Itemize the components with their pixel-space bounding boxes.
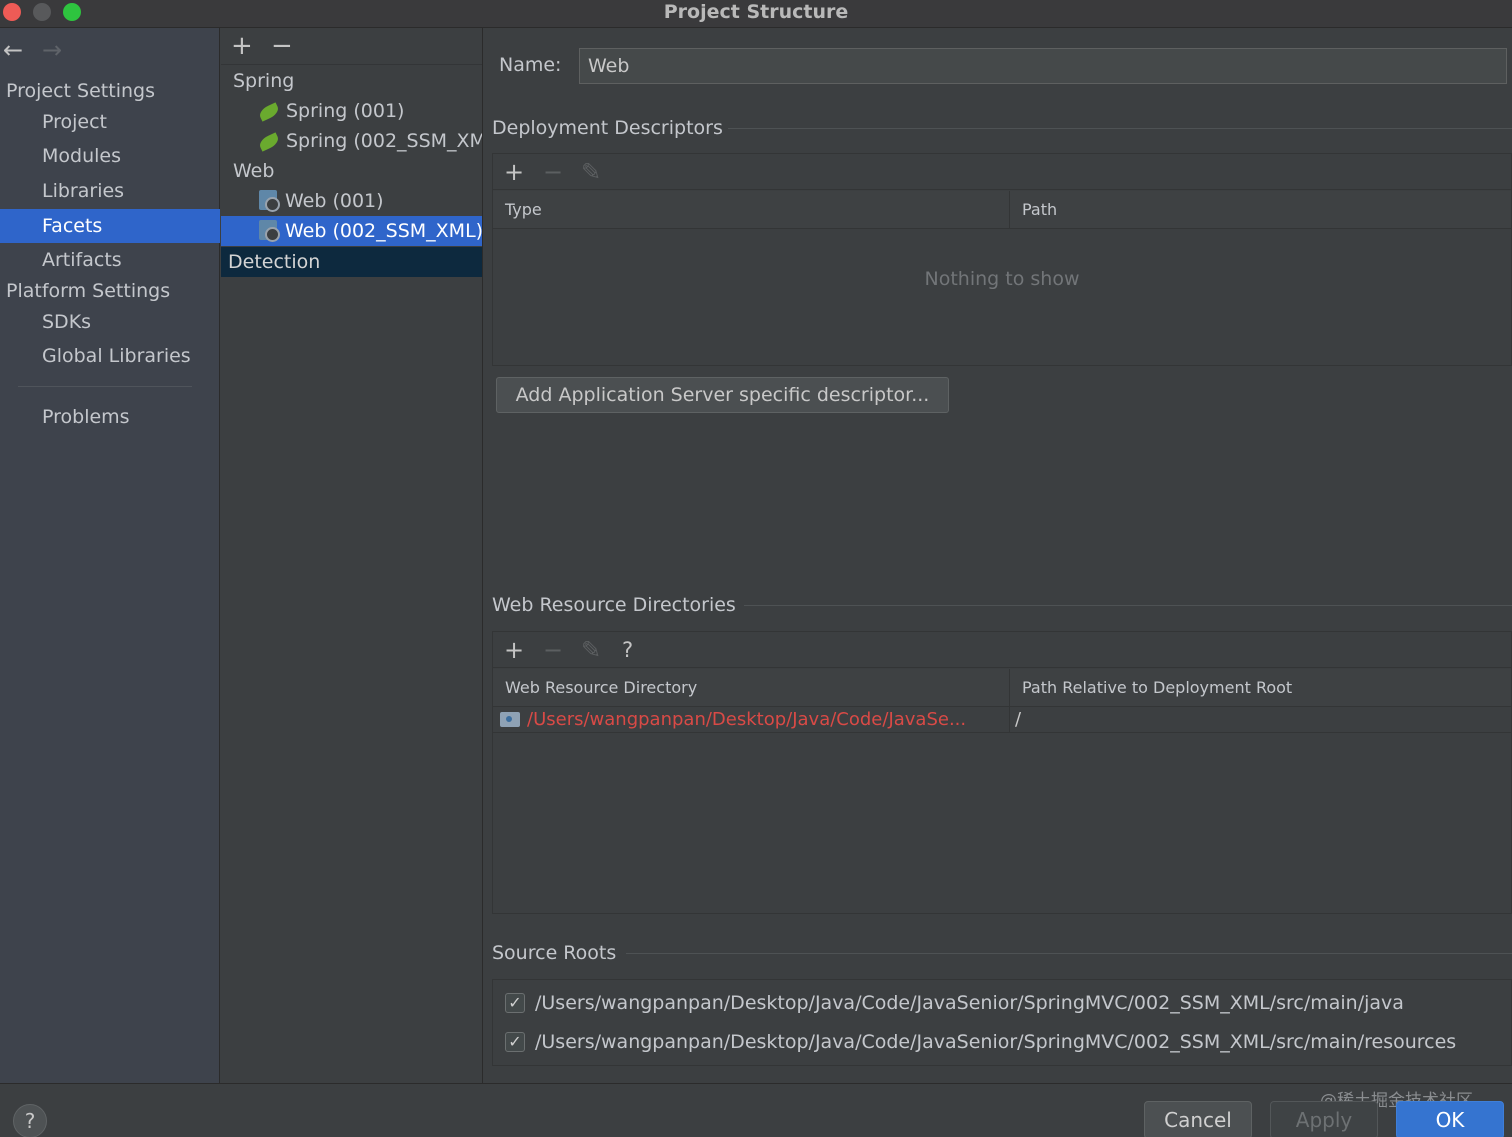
source-root-checkbox[interactable]: ✓ <box>505 993 525 1013</box>
table-row[interactable]: /Users/wangpanpan/Desktop/Java/Code/Java… <box>493 707 1511 733</box>
section-divider <box>626 953 1512 954</box>
tree-group-web[interactable]: Web <box>221 156 482 186</box>
edit-pencil-icon[interactable]: ✎ <box>581 633 601 667</box>
back-arrow-icon[interactable]: ← <box>3 36 23 64</box>
dialog-footer: ? @稀土掘金技术社区 Cancel Apply OK <box>0 1083 1512 1137</box>
empty-table-message: Nothing to show <box>924 268 1080 290</box>
section-divider <box>728 128 1512 129</box>
nav-item-facets[interactable]: Facets <box>0 209 220 243</box>
source-root-path: /Users/wangpanpan/Desktop/Java/Code/Java… <box>535 992 1404 1014</box>
nav-item-artifacts[interactable]: Artifacts <box>0 243 220 277</box>
apply-button[interactable]: Apply <box>1270 1101 1378 1137</box>
name-label: Name: <box>499 54 562 76</box>
column-header-web-resource-directory[interactable]: Web Resource Directory <box>493 669 1009 707</box>
source-root-checkbox[interactable]: ✓ <box>505 1032 525 1052</box>
spring-leaf-icon <box>257 132 281 152</box>
add-facet-icon[interactable]: + <box>231 30 253 62</box>
web-facet-icon <box>259 220 280 242</box>
tree-group-spring[interactable]: Spring <box>221 66 482 96</box>
nav-item-project[interactable]: Project <box>0 105 220 139</box>
nav-section-platform-settings: Platform Settings <box>6 280 171 302</box>
nav-item-global-libraries[interactable]: Global Libraries <box>0 339 220 373</box>
tree-item-detection[interactable]: Detection <box>221 247 482 277</box>
help-question-icon[interactable]: ? <box>622 633 633 667</box>
add-server-descriptor-button[interactable]: Add Application Server specific descript… <box>496 377 949 413</box>
nav-history: ← → <box>0 36 220 64</box>
nav-section-project-settings: Project Settings <box>6 80 155 102</box>
web-resources-toolbar: + − ✎ ? <box>493 632 1511 668</box>
settings-nav-sidebar: ← → Project Settings Project Modules Lib… <box>0 28 220 1083</box>
web-folder-icon <box>500 712 520 727</box>
deployment-table-header: Type Path <box>493 191 1511 229</box>
tree-item-label: Web (002_SSM_XML) <box>285 220 483 242</box>
remove-facet-icon[interactable]: − <box>271 30 293 62</box>
tree-item-web-001[interactable]: Web (001) <box>221 186 482 216</box>
nav-item-libraries[interactable]: Libraries <box>0 174 220 208</box>
web-resources-table-header: Web Resource Directory Path Relative to … <box>493 669 1511 707</box>
title-bar: Project Structure <box>0 0 1512 28</box>
edit-pencil-icon[interactable]: ✎ <box>581 155 601 189</box>
facet-settings-panel: Name: Deployment Descriptors + − ✎ Type … <box>484 28 1512 1083</box>
web-facet-icon <box>259 190 280 212</box>
column-header-relative-path[interactable]: Path Relative to Deployment Root <box>1009 669 1512 707</box>
forward-arrow-icon[interactable]: → <box>42 36 62 64</box>
tree-item-spring-002[interactable]: Spring (002_SSM_XML) <box>221 126 483 156</box>
spring-leaf-icon <box>257 102 281 122</box>
window-title: Project Structure <box>663 1 849 23</box>
tree-item-spring-001[interactable]: Spring (001) <box>221 96 482 126</box>
nav-item-sdks[interactable]: SDKs <box>0 305 220 339</box>
ok-button[interactable]: OK <box>1396 1101 1504 1137</box>
deployment-descriptors-title: Deployment Descriptors <box>492 117 723 139</box>
column-header-type[interactable]: Type <box>493 191 1009 229</box>
nav-item-problems[interactable]: Problems <box>0 400 220 434</box>
source-roots-title: Source Roots <box>492 942 617 964</box>
column-header-path[interactable]: Path <box>1009 191 1512 229</box>
facets-toolbar: + − <box>221 28 482 65</box>
remove-icon[interactable]: − <box>543 155 563 189</box>
nav-item-modules[interactable]: Modules <box>0 139 220 173</box>
web-resource-directory-path: /Users/wangpanpan/Desktop/Java/Code/Java… <box>527 709 967 730</box>
tree-item-label: Web (001) <box>285 190 384 212</box>
tree-item-label: Spring (002_SSM_XML) <box>286 130 483 152</box>
tree-item-web-002[interactable]: Web (002_SSM_XML) <box>221 216 483 246</box>
tree-item-label: Spring (001) <box>286 100 405 122</box>
nav-divider <box>18 386 192 387</box>
section-divider <box>744 605 1512 606</box>
add-icon[interactable]: + <box>504 155 524 189</box>
web-resource-directories-title: Web Resource Directories <box>492 594 736 616</box>
deployment-relative-path: / <box>1009 707 1021 733</box>
remove-icon[interactable]: − <box>543 633 563 667</box>
web-resource-directories-table: + − ✎ ? Web Resource Directory Path Rela… <box>492 631 1512 914</box>
add-icon[interactable]: + <box>504 633 524 667</box>
deployment-toolbar: + − ✎ <box>493 154 1511 190</box>
facets-tree-panel: + − Spring Spring (001) Spring (002_SSM_… <box>221 28 483 1083</box>
source-root-path: /Users/wangpanpan/Desktop/Java/Code/Java… <box>535 1031 1457 1053</box>
cancel-button[interactable]: Cancel <box>1144 1101 1252 1137</box>
deployment-descriptors-table: + − ✎ Type Path Nothing to show <box>492 153 1512 366</box>
source-roots-list: ✓ /Users/wangpanpan/Desktop/Java/Code/Ja… <box>492 979 1512 1066</box>
help-button[interactable]: ? <box>13 1104 47 1137</box>
facet-name-input[interactable] <box>579 48 1507 84</box>
